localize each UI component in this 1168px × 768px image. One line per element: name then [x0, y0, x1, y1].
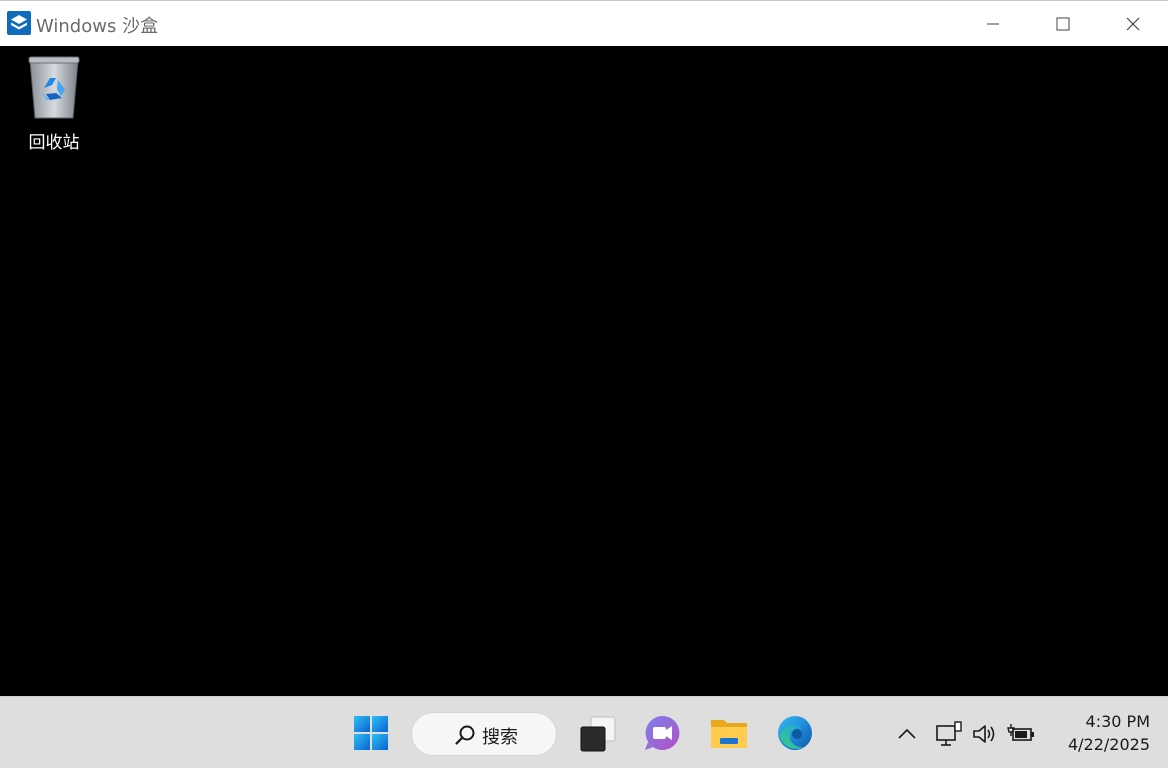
title-bar[interactable]: Windows 沙盒: [0, 0, 1168, 46]
minimize-button[interactable]: [958, 1, 1028, 46]
volume-icon: [973, 725, 995, 743]
edge-browser-button[interactable]: [773, 711, 817, 755]
close-icon: [1126, 17, 1140, 30]
search-icon: [454, 724, 476, 746]
chevron-up-icon: [898, 728, 916, 739]
maximize-icon: [1056, 17, 1070, 30]
maximize-button[interactable]: [1028, 1, 1098, 46]
clock-date: 4/22/2025: [1067, 735, 1150, 754]
edge-browser-icon: [778, 716, 812, 750]
start-button[interactable]: [349, 711, 393, 755]
network-button[interactable]: [934, 719, 964, 749]
minimize-icon: [987, 23, 999, 24]
clock-time: 4:30 PM: [1085, 712, 1150, 731]
battery-charging-icon: [1007, 724, 1034, 741]
task-view-icon: [580, 716, 616, 752]
teams-chat-icon: [645, 715, 680, 750]
search-label: 搜索: [482, 727, 518, 748]
taskbar-clock[interactable]: 4:30 PM 4/22/2025: [1050, 711, 1150, 757]
taskbar: 搜索 4:30 PM 4/22/2025: [0, 696, 1168, 768]
file-explorer-button[interactable]: [707, 711, 751, 755]
recycle-bin-icon: [24, 54, 84, 122]
teams-chat-button[interactable]: [640, 711, 684, 755]
volume-button[interactable]: [970, 719, 1000, 749]
desktop-icon-label: 回收站: [28, 133, 80, 153]
desktop-icon-recycle-bin[interactable]: 回收站: [12, 54, 96, 154]
battery-button[interactable]: [1006, 719, 1036, 749]
sandbox-icon: [7, 11, 31, 35]
windows-start-icon: [354, 716, 388, 750]
close-button[interactable]: [1098, 1, 1168, 46]
show-hidden-icons-button[interactable]: [892, 719, 922, 749]
task-view-button[interactable]: [575, 711, 619, 755]
desktop[interactable]: 回收站: [0, 46, 1168, 696]
sandbox-window: Windows 沙盒 回收站 搜索 4:30 PM 4/22/2025: [0, 0, 1168, 768]
network-icon: [936, 721, 962, 746]
file-explorer-icon: [711, 720, 747, 748]
taskbar-search[interactable]: 搜索: [411, 712, 557, 756]
window-title: Windows 沙盒: [36, 16, 159, 37]
